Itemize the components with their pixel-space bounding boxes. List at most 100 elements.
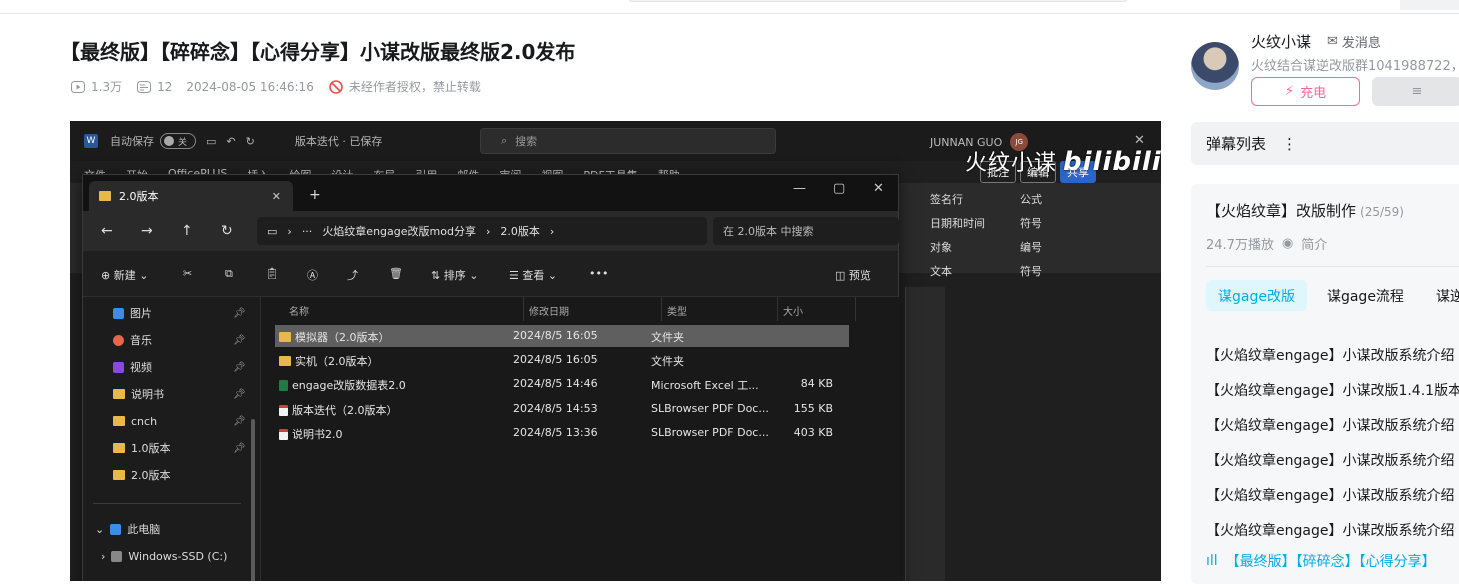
close-tab-icon[interactable]: ✕ — [272, 190, 281, 203]
scrollbar-thumb[interactable] — [251, 419, 255, 581]
object-button[interactable]: 对象 — [930, 239, 1020, 255]
sidebar-scrollbar[interactable] — [251, 297, 257, 581]
new-button[interactable]: ⊕ 新建 ⌄ — [101, 267, 148, 283]
follow-button[interactable]: ≡ — [1372, 77, 1459, 106]
explorer-search-input[interactable]: 在 2.0版本 中搜索 — [713, 217, 899, 245]
explorer-body: 图片 📌︎ 音乐 📌︎ 视频 📌︎ 说明书 📌︎ cnch 📌︎ 1.0版本 📌… — [83, 297, 900, 581]
symbol-group-label: 符号 — [1020, 265, 1042, 278]
playlist-item[interactable]: 【火焰纹章engage】小谋改版系统介绍 — [1206, 450, 1454, 470]
playlist-item[interactable]: 【火焰纹章engage】小谋改版系统介绍 — [1206, 520, 1454, 540]
column-header-name[interactable]: 名称 — [289, 303, 309, 318]
playlist-tab[interactable]: 谋gage改版 — [1206, 280, 1307, 311]
rename-icon[interactable]: Ⓐ — [307, 267, 318, 283]
chevron-right-icon[interactable]: › — [101, 550, 105, 563]
up-icon[interactable]: ↑ — [181, 223, 193, 239]
paste-icon[interactable]: 📋︎ — [265, 267, 279, 280]
send-message-button[interactable]: ✉ 发消息 — [1327, 32, 1381, 51]
pictures-icon — [113, 307, 124, 319]
save-icon[interactable]: ▭ — [206, 135, 216, 148]
sidebar-item-cnch[interactable]: cnch 📌︎ — [113, 411, 246, 431]
maximize-icon[interactable]: ▢ — [833, 181, 845, 196]
playlist-item[interactable]: 【火焰纹章engage】小谋改版1.4.1版本 — [1206, 380, 1459, 400]
explorer-command-bar: ⊕ 新建 ⌄ ✂ ⧉ 📋︎ Ⓐ ⤴ 🗑︎ ⇅ 排序 ⌄ ☰ 查看 ⌄ ••• ◫… — [83, 251, 898, 297]
charge-button[interactable]: ⚡ 充电 — [1251, 77, 1360, 106]
danmaku-list-panel[interactable]: 弹幕列表 ⋮ — [1191, 122, 1459, 165]
excel-file-icon — [279, 379, 288, 391]
redo-icon[interactable]: ↻ — [246, 135, 255, 148]
column-header-type[interactable]: 类型 — [667, 303, 687, 318]
column-divider[interactable] — [777, 297, 778, 321]
sidebar-item-videos[interactable]: 视频 📌︎ — [113, 357, 246, 377]
preview-button[interactable]: ◫ 预览 — [835, 267, 871, 283]
column-divider[interactable] — [855, 297, 856, 321]
chevron-down-icon[interactable]: ⌄ — [95, 523, 104, 536]
playlist-tab[interactable]: 谋gage流程 — [1315, 280, 1416, 311]
playlist-divider — [1206, 266, 1459, 267]
video-player[interactable]: W 自动保存 关 ▭ ↶ ↻ 版本迭代 · 已保存 ⌕ 搜索 JUNNAN GU… — [70, 121, 1161, 581]
delete-icon[interactable]: 🗑︎ — [389, 267, 403, 280]
sidebar-item-music[interactable]: 音乐 📌︎ — [113, 330, 246, 350]
playlist-intro-link[interactable]: 简介 — [1301, 234, 1327, 253]
back-icon[interactable]: ← — [101, 223, 113, 239]
breadcrumb-item[interactable]: 火焰纹章engage改版mod分享 — [322, 223, 476, 239]
file-type: SLBrowser PDF Doc... — [651, 402, 769, 415]
playlist-item[interactable]: 【火焰纹章engage】小谋改版系统介绍 — [1206, 345, 1454, 365]
drive-icon — [111, 550, 123, 562]
sidebar-item-this-pc[interactable]: ⌄ 此电脑 — [95, 519, 160, 539]
forward-icon[interactable]: → — [141, 223, 153, 239]
playing-bars-icon: ıll — [1206, 553, 1218, 569]
word-search-box[interactable]: ⌕ 搜索 — [480, 128, 776, 154]
playlist-item[interactable]: 【火焰纹章engage】小谋改版系统介绍 — [1206, 415, 1454, 435]
file-row[interactable]: 说明书2.0 2024/8/5 13:36 SLBrowser PDF Doc.… — [275, 422, 849, 444]
header-user-area[interactable] — [1400, 0, 1459, 10]
share-icon[interactable]: ⤴ — [347, 267, 358, 283]
danmaku-icon — [137, 80, 152, 93]
chevron-right-icon: › — [287, 224, 292, 238]
header-search-box[interactable] — [628, 0, 1128, 2]
sidebar-item-v1[interactable]: 1.0版本 📌︎ — [113, 438, 246, 458]
sort-button[interactable]: ⇅ 排序 ⌄ — [431, 267, 478, 283]
copyright-text: 未经作者授权，禁止转载 — [348, 80, 481, 94]
playlist-meta: 24.7万播放 ◉ 简介 — [1206, 234, 1327, 253]
sidebar-item-manual[interactable]: 说明书 📌︎ — [113, 384, 246, 404]
playlist-item[interactable]: 【火焰纹章engage】小谋改版系统介绍 — [1206, 485, 1454, 505]
column-divider[interactable] — [661, 297, 662, 321]
sidebar-item-drive-c[interactable]: › Windows-SSD (C:) — [101, 546, 227, 566]
sign-line-button[interactable]: 签名行 — [930, 191, 1020, 207]
playlist-tab[interactable]: 谋逆g — [1424, 280, 1459, 311]
more-vertical-icon[interactable]: ⋮ — [1282, 135, 1297, 153]
uploader-name[interactable]: 火纹小谋 — [1251, 31, 1311, 52]
explorer-tab-title: 2.0版本 — [119, 190, 159, 203]
file-row[interactable]: 版本迭代（2.0版本） 2024/8/5 14:53 SLBrowser PDF… — [275, 398, 849, 420]
breadcrumb-item[interactable]: 2.0版本 — [500, 223, 540, 239]
autosave-toggle[interactable]: 关 — [160, 133, 196, 149]
minimize-icon[interactable]: — — [793, 181, 806, 196]
new-tab-icon[interactable]: + — [309, 187, 321, 203]
now-playing-item[interactable]: ıll 【最终版】【碎碎念】【心得分享】 — [1206, 551, 1436, 571]
explorer-tab[interactable]: 2.0版本 ✕ — [89, 181, 293, 211]
file-row[interactable]: 实机（2.0版本） 2024/8/5 16:05 文件夹 — [275, 349, 849, 371]
refresh-icon[interactable]: ↻ — [221, 223, 233, 239]
copy-icon[interactable]: ⧉ — [225, 267, 233, 281]
column-header-date[interactable]: 修改日期 — [529, 303, 569, 318]
column-header-size[interactable]: 大小 — [783, 303, 803, 318]
symbol-button[interactable]: 符号 — [1020, 215, 1120, 231]
autosave-label: 自动保存 — [110, 135, 154, 148]
equation-button[interactable]: 公式 — [1020, 191, 1120, 207]
sidebar-item-pictures[interactable]: 图片 📌︎ — [113, 303, 246, 323]
datetime-button[interactable]: 日期和时间 — [930, 215, 1020, 231]
undo-icon[interactable]: ↶ — [226, 135, 235, 148]
view-button[interactable]: ☰ 查看 ⌄ — [509, 267, 557, 283]
close-window-icon[interactable]: ✕ — [873, 181, 884, 196]
uploader-avatar[interactable] — [1191, 42, 1239, 90]
sidebar-item-v2[interactable]: 2.0版本 — [113, 465, 171, 485]
file-row[interactable]: engage改版数据表2.0 2024/8/5 14:46 Microsoft … — [275, 373, 849, 395]
column-divider[interactable] — [523, 297, 524, 321]
cut-icon[interactable]: ✂ — [183, 267, 192, 280]
playlist-title[interactable]: 【火焰纹章】改版制作 (25/59) — [1206, 200, 1404, 221]
number-button[interactable]: 编号 — [1020, 239, 1120, 255]
breadcrumb[interactable]: ▭ › ··· 火焰纹章engage改版mod分享 › 2.0版本 › — [257, 217, 707, 245]
more-path-icon[interactable]: ··· — [302, 225, 313, 238]
file-row[interactable]: 模拟器（2.0版本） 2024/8/5 16:05 文件夹 — [275, 325, 849, 347]
more-icon[interactable]: ••• — [589, 267, 608, 280]
